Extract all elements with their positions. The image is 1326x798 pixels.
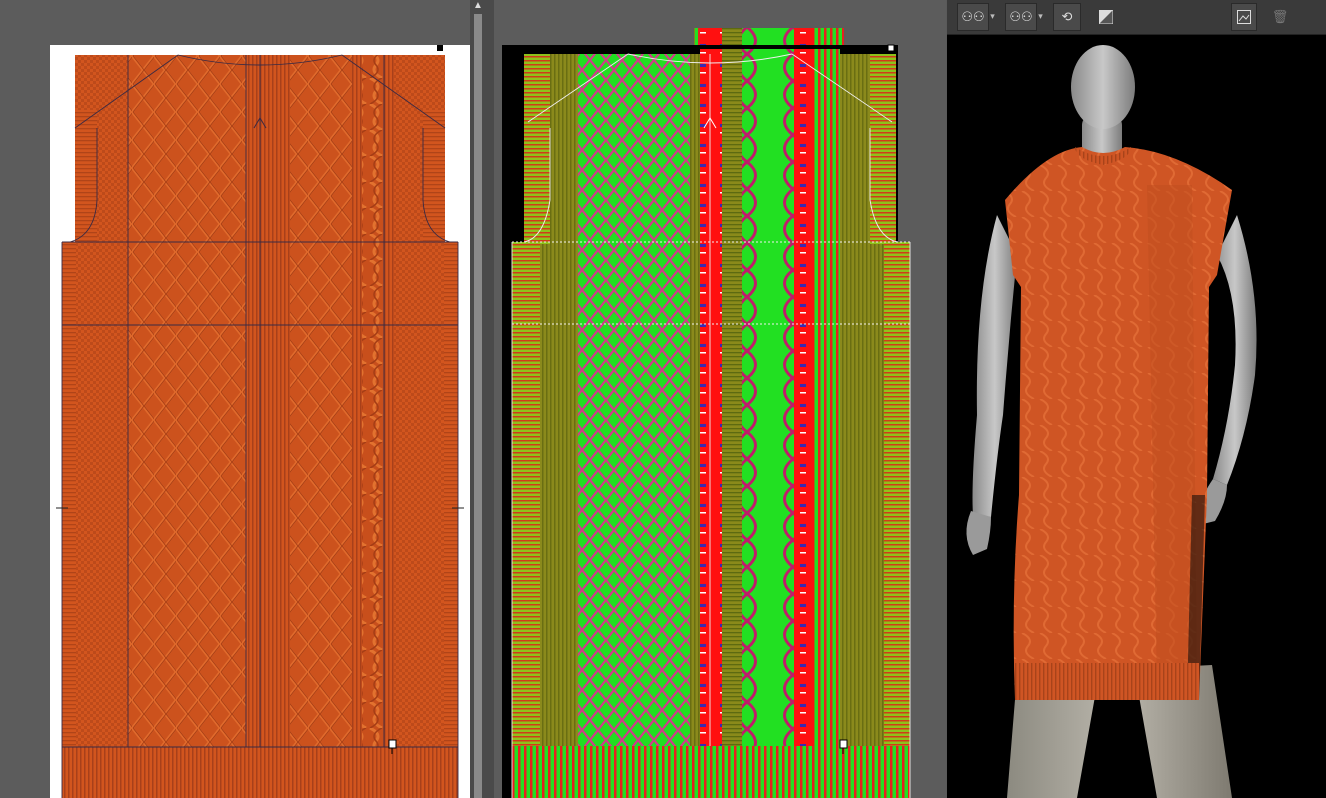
- code-resize-handle[interactable]: [887, 44, 895, 52]
- trash-icon: 🗑: [1271, 9, 1289, 24]
- mannequin-left-hand: [966, 511, 991, 555]
- diamond-cable-panel: [128, 55, 246, 747]
- rib-column-2: [276, 55, 290, 747]
- avatar-reset-button[interactable]: ⟲: [1053, 3, 1081, 31]
- hem-rib: [62, 747, 458, 798]
- knit-pattern-canvas[interactable]: [0, 0, 470, 798]
- code-big-diamond-cable: [742, 28, 794, 746]
- snapshot-button[interactable]: [1231, 3, 1257, 31]
- delete-button[interactable]: 🗑: [1267, 3, 1293, 31]
- center-rib-column: [246, 55, 276, 747]
- dress-hem-rib: [1015, 663, 1199, 700]
- image-icon: [1237, 10, 1251, 24]
- right-side-rib: [444, 242, 458, 747]
- rib-column-3: [352, 55, 362, 747]
- 3d-preview-pane[interactable]: ⚇⚇ ▾ ⚇⚇ ▾ ⟲ 🗑: [947, 0, 1326, 798]
- knit-pattern-pane[interactable]: [0, 0, 470, 798]
- rib-column-4: [384, 55, 394, 747]
- center-diamond-cable: [290, 55, 352, 747]
- code-red-strip-right: [794, 28, 814, 746]
- left-armhole-rib: [75, 110, 97, 242]
- half-contrast-icon: [1099, 10, 1113, 24]
- mannequin-pose-icon: ⚇⚇: [1009, 9, 1033, 24]
- code-red-strip-left: [700, 28, 722, 746]
- right-armhole-rib: [423, 110, 445, 242]
- color-code-canvas[interactable]: [494, 0, 946, 798]
- pane-splitter[interactable]: ▲: [470, 0, 494, 798]
- code-left-side-rib: [512, 242, 540, 747]
- vertical-scrollbar[interactable]: [474, 14, 482, 798]
- resize-handle[interactable]: [437, 45, 443, 51]
- mannequin-group-icon: ⚇⚇: [961, 9, 985, 24]
- shading-toggle-button[interactable]: [1093, 3, 1119, 31]
- 3d-toolbar: ⚇⚇ ▾ ⚇⚇ ▾ ⟲ 🗑: [947, 0, 1326, 35]
- avatar-pose-button[interactable]: ⚇⚇: [1005, 3, 1037, 31]
- twisted-cable: [362, 55, 384, 747]
- color-code-pane[interactable]: [494, 0, 946, 798]
- mannequin-left-arm: [972, 215, 1017, 517]
- code-cable-strip: [814, 28, 840, 746]
- avatar-rotate-icon: ⟲: [1061, 9, 1073, 24]
- left-side-rib: [62, 242, 76, 747]
- code-diamond-panel: [578, 54, 690, 746]
- code-right-side-rib: [884, 242, 910, 747]
- 3d-viewport[interactable]: [947, 35, 1326, 798]
- avatar-select-button[interactable]: ⚇⚇: [957, 3, 989, 31]
- avatar-pose-dropdown[interactable]: ▾: [1036, 3, 1045, 29]
- avatar-select-dropdown[interactable]: ▾: [988, 3, 997, 29]
- scroll-up-arrow-icon[interactable]: ▲: [473, 0, 483, 12]
- code-hem-rib: [512, 746, 910, 798]
- code-olive-strip: [722, 28, 742, 746]
- mannequin-head: [1071, 45, 1135, 129]
